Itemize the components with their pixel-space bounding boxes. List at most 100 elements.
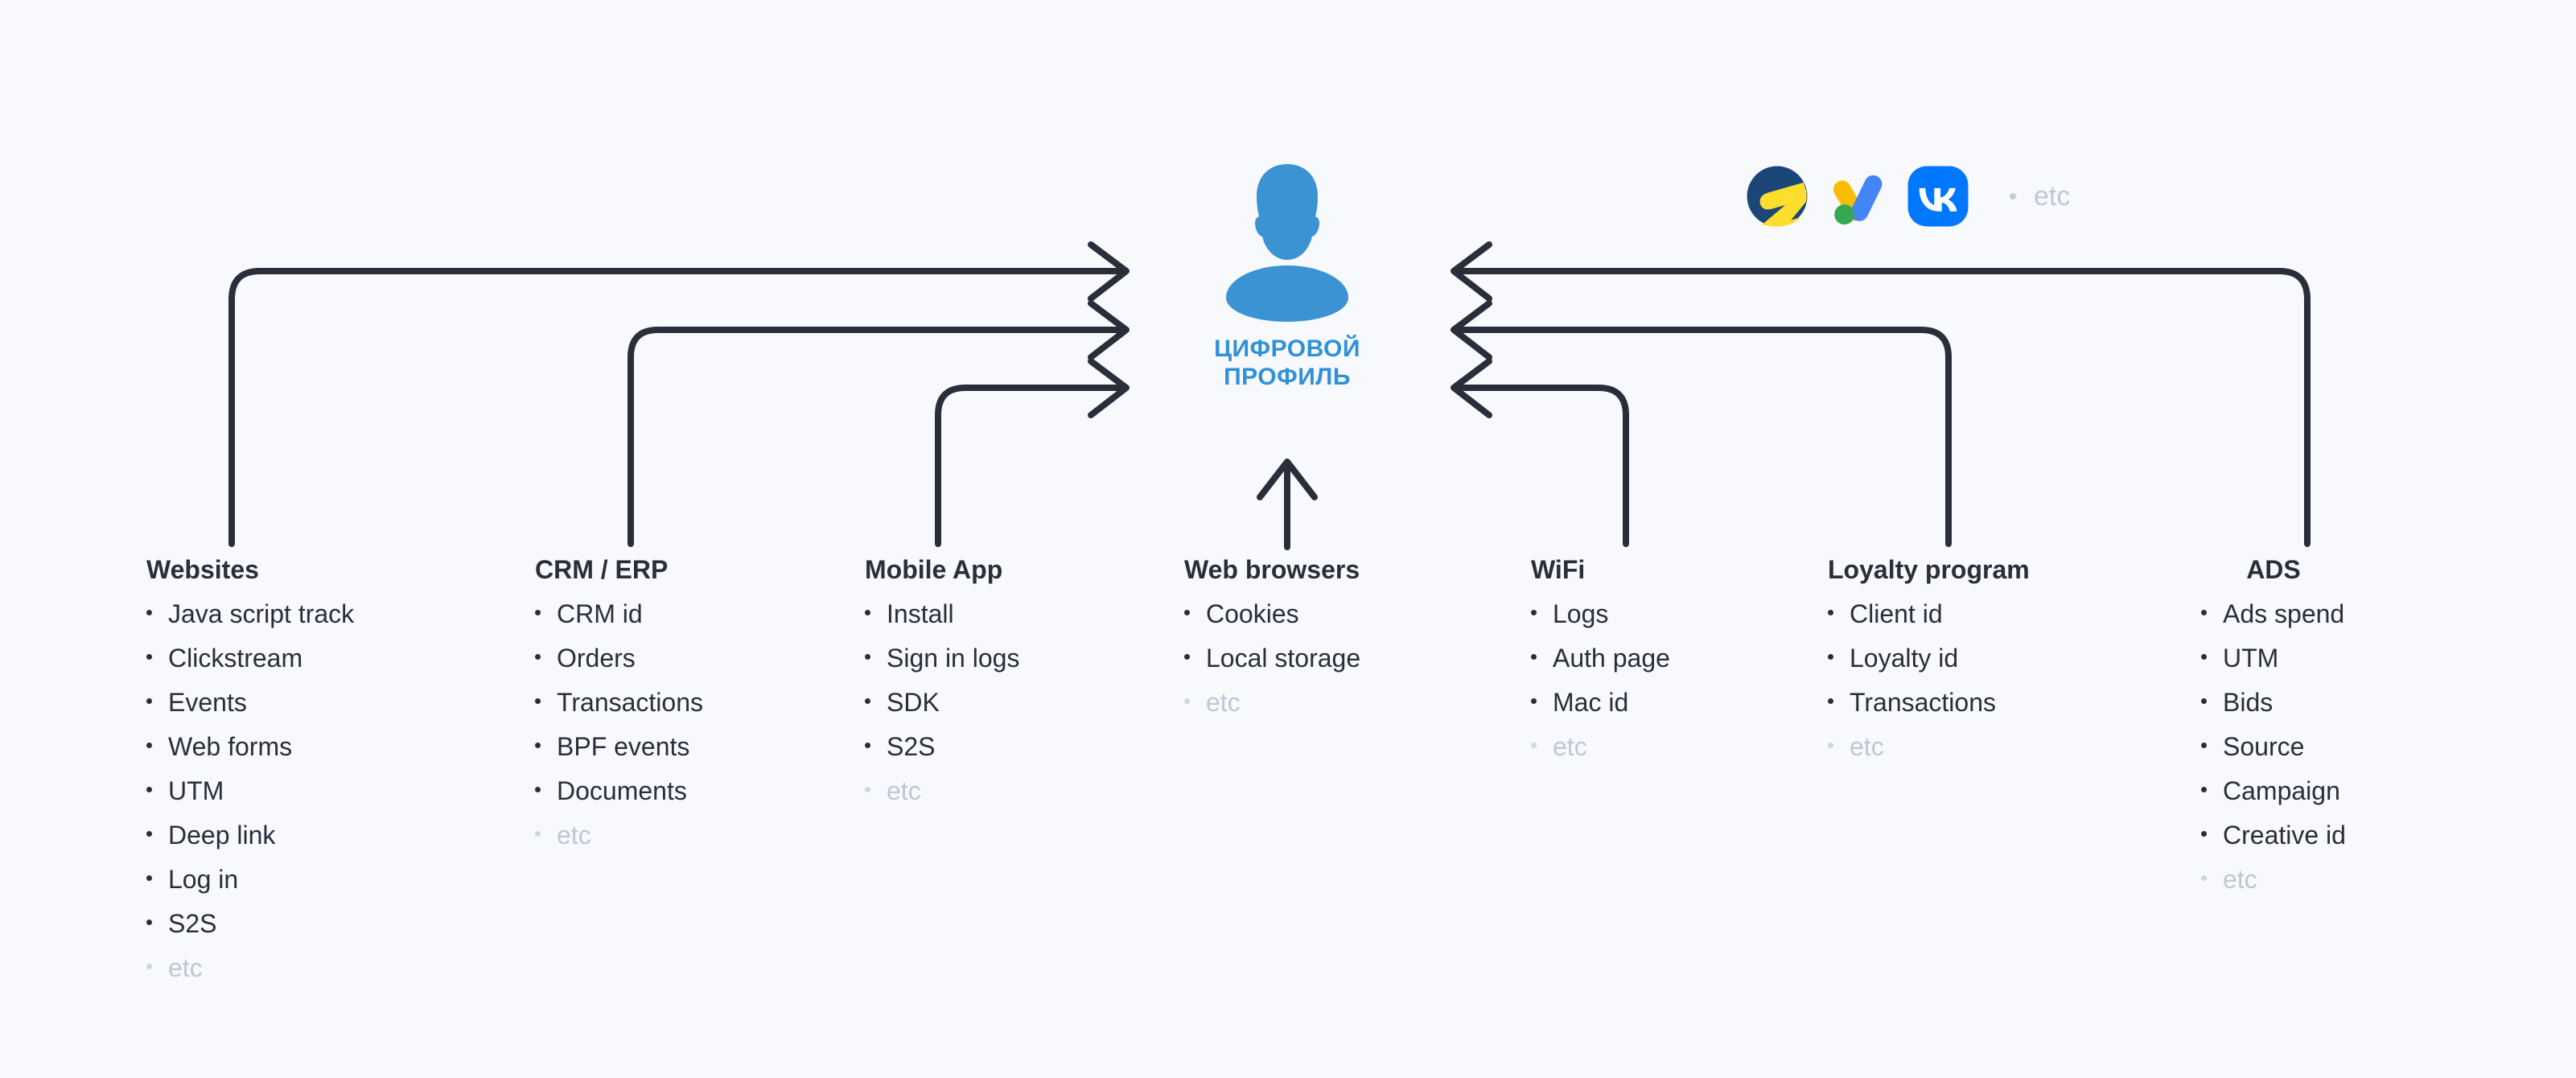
digital-profile-diagram: ЦИФРОВОЙ ПРОФИЛЬ etc Websites Java scrip… [0, 0, 2576, 1078]
bullet-icon [2201, 610, 2207, 615]
list-item-label: etc [887, 776, 921, 806]
source-column-wifi: WiFi Logs Auth page Mac id etc [1531, 555, 1670, 769]
list-item-label: Transactions [557, 688, 703, 718]
list-item: Ads spend [2201, 592, 2346, 636]
bullet-icon [865, 743, 870, 749]
arrow-loyalty-to-profile [1455, 327, 1952, 547]
column-title-web-browsers: Web browsers [1184, 555, 1360, 584]
list-item-label: etc [168, 953, 203, 983]
list-item: Clickstream [146, 636, 354, 681]
column-list-websites: Java script track Clickstream Events Web… [146, 592, 354, 990]
bullet-icon [2201, 875, 2207, 882]
list-item-etc: etc [1828, 725, 2030, 769]
bullet-icon [535, 787, 541, 793]
list-item-etc: etc [1184, 681, 1360, 725]
list-item-label: SDK [887, 688, 940, 718]
list-item-label: Sign in logs [887, 644, 1020, 673]
list-item: Events [146, 681, 354, 725]
bullet-icon [1184, 610, 1190, 615]
list-item: Loyalty id [1828, 636, 2030, 681]
list-item-label: Java script track [168, 599, 355, 628]
list-item-label: Logs [1553, 599, 1609, 628]
arrow-ads-head [1451, 241, 1492, 302]
bullet-icon [146, 743, 152, 749]
list-item: Bids [2201, 681, 2346, 725]
list-item-label: etc [2223, 865, 2257, 895]
list-item: Transactions [535, 681, 703, 725]
bullet-icon [535, 698, 541, 705]
list-item: Cookies [1184, 592, 1360, 636]
arrow-ads-to-profile [1455, 268, 2311, 547]
list-item-label: Local storage [1206, 644, 1361, 673]
ad-platform-logos: etc [1746, 165, 2070, 228]
column-list-crm-erp: CRM id Orders Transactions BPF events Do… [535, 592, 703, 858]
list-item: Mac id [1531, 681, 1670, 725]
google-ads-logo [1833, 175, 1883, 225]
list-item: Source [2201, 725, 2346, 769]
bullet-icon [1828, 743, 1833, 749]
column-list-loyalty-program: Client id Loyalty id Transactions etc [1828, 592, 2030, 769]
bullet-icon [146, 964, 152, 970]
list-item: Creative id [2201, 813, 2346, 858]
bullet-icon [535, 831, 541, 837]
digital-profile-label: ЦИФРОВОЙ ПРОФИЛЬ [1171, 335, 1404, 392]
bullet-icon [146, 831, 152, 837]
source-column-loyalty-program: Loyalty program Client id Loyalty id Tra… [1828, 555, 2030, 769]
bullet-icon [1531, 654, 1537, 660]
list-item-label: Clickstream [168, 644, 303, 673]
list-item-label: BPF events [557, 732, 690, 762]
source-column-crm-erp: CRM / ERP CRM id Orders Transactions BPF… [535, 555, 703, 858]
bullet-icon [1184, 698, 1190, 705]
list-item-label: Web forms [168, 732, 293, 762]
yandex-direct-logo [1747, 166, 1808, 227]
column-title-wifi: WiFi [1531, 555, 1586, 584]
list-item-label: Campaign [2223, 776, 2340, 806]
list-item: Logs [1531, 592, 1670, 636]
list-item-label: CRM id [557, 599, 643, 628]
column-title-websites: Websites [146, 555, 259, 584]
source-column-mobile-app: Mobile App Install Sign in logs SDK S2S … [865, 555, 1019, 813]
list-item: Install [865, 592, 1019, 636]
list-item-label: UTM [2223, 644, 2279, 673]
list-item-label: Documents [557, 776, 687, 806]
bullet-icon [865, 698, 870, 705]
profile-label-line-2: ПРОФИЛЬ [1224, 364, 1351, 391]
list-item-label: Ads spend [2223, 599, 2345, 628]
bullet-icon [535, 654, 541, 660]
digital-profile-node: ЦИФРОВОЙ ПРОФИЛЬ [1171, 161, 1404, 392]
column-list-web-browsers: Cookies Local storage etc [1184, 592, 1360, 725]
list-item-label: Bids [2223, 688, 2274, 718]
list-item: Auth page [1531, 636, 1670, 681]
bullet-icon [146, 875, 152, 882]
bullet-icon [146, 698, 152, 705]
list-item: BPF events [535, 725, 703, 769]
arrow-crm-head [1088, 300, 1130, 360]
list-item: Orders [535, 636, 703, 681]
list-item-label: Cookies [1206, 599, 1299, 628]
list-item: Transactions [1828, 681, 2030, 725]
bullet-icon [1531, 743, 1537, 749]
list-item-label: Deep link [168, 821, 276, 850]
list-item: S2S [865, 725, 1019, 769]
bullet-icon [865, 787, 870, 793]
source-column-web-browsers: Web browsers Cookies Local storage etc [1184, 555, 1360, 725]
list-item-etc: etc [2201, 858, 2346, 902]
list-item-etc: etc [146, 946, 354, 990]
bullet-icon [1531, 698, 1537, 705]
bullet-icon [2201, 787, 2207, 793]
bullet-icon [2201, 831, 2207, 837]
list-item: UTM [146, 769, 354, 813]
list-item-label: etc [1850, 732, 1884, 762]
arrow-wifi-head [1451, 358, 1492, 418]
list-item: Java script track [146, 592, 354, 636]
list-item-label: Transactions [1850, 688, 1996, 718]
list-item-label: Auth page [1553, 644, 1670, 673]
list-item: CRM id [535, 592, 703, 636]
list-item-label: etc [1553, 732, 1587, 762]
list-item-label: S2S [887, 732, 936, 762]
bullet-icon [146, 787, 152, 793]
source-column-ads: ADS Ads spend UTM Bids Source Campaign C… [2201, 555, 2346, 902]
list-item-etc: etc [865, 769, 1019, 813]
arrow-mobile-to-profile [935, 385, 1125, 547]
vk-logo [1907, 166, 1969, 227]
